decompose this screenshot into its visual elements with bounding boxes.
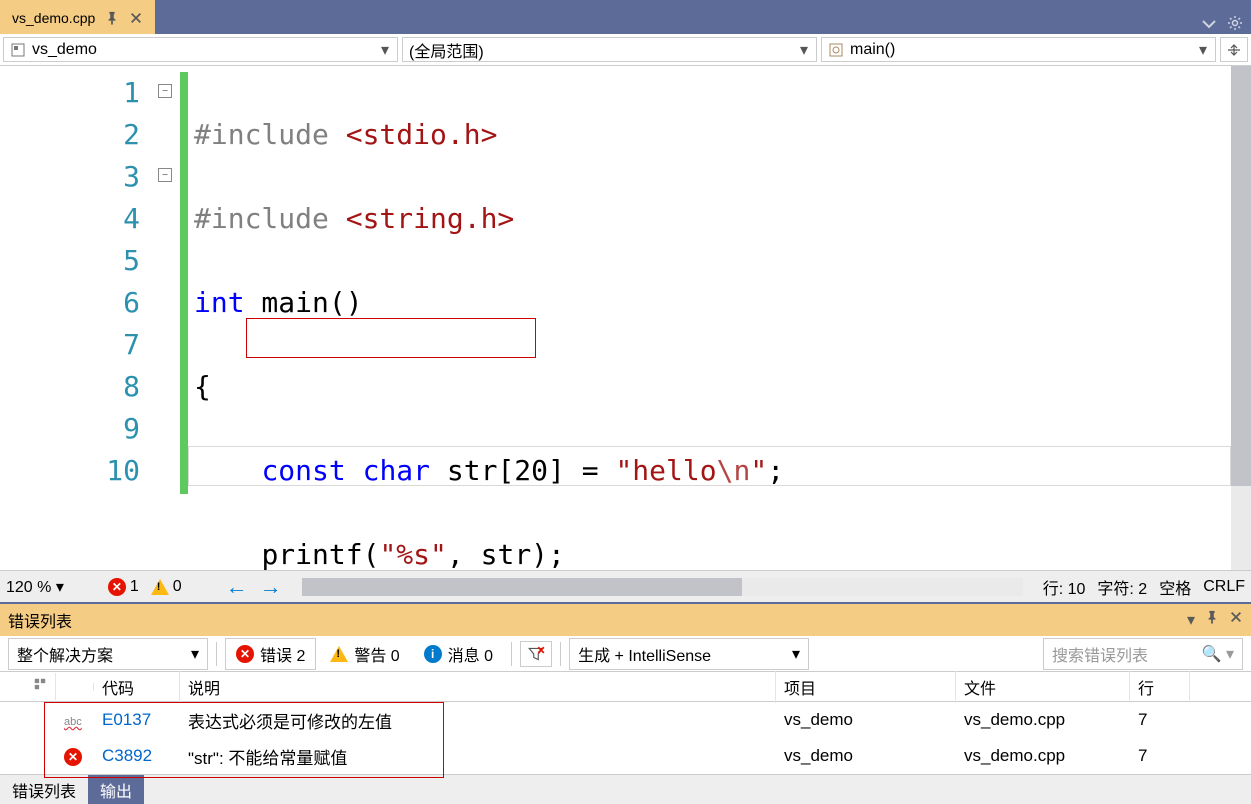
- filter-warnings-button[interactable]: 警告 0: [320, 639, 409, 669]
- col-desc[interactable]: 说明: [180, 671, 776, 703]
- col-project[interactable]: 项目: [776, 671, 956, 703]
- scope-namespace-dropdown[interactable]: (全局范围) ▾: [402, 37, 817, 62]
- build-intellisense-dropdown[interactable]: 生成 + IntelliSense▾: [569, 638, 809, 670]
- nav-back-icon[interactable]: ←: [226, 574, 248, 600]
- bottom-tabs: 错误列表 输出: [0, 774, 1251, 804]
- chevron-down-icon: ▾: [800, 40, 810, 60]
- document-tab[interactable]: vs_demo.cpp: [0, 0, 155, 34]
- scope-project-label: vs_demo: [32, 41, 97, 59]
- split-editor-button[interactable]: [1220, 37, 1248, 62]
- caret-line[interactable]: 行: 10: [1043, 575, 1086, 599]
- zoom-level[interactable]: 120 % ▾: [6, 577, 64, 597]
- error-table: 代码 说明 项目 文件 行 abc E0137 表达式必须是可修改的左值 vs_…: [0, 672, 1251, 774]
- filter-errors-button[interactable]: ✕错误 2: [225, 638, 316, 670]
- chevron-down-icon: ▾: [381, 40, 391, 60]
- panel-titlebar[interactable]: 错误列表 ▾: [0, 604, 1251, 636]
- scope-function-label: main(): [850, 41, 895, 59]
- chevron-down-icon: ▾: [1199, 40, 1209, 60]
- annotation-box: [246, 318, 536, 358]
- editor-statusbar: 120 % ▾ ✕ 1 0 ← → 行: 10 字符: 2 空格 CRLF: [0, 570, 1251, 602]
- close-icon[interactable]: [129, 11, 143, 25]
- current-line-highlight: [188, 446, 1231, 486]
- scope-function-dropdown[interactable]: main() ▾: [821, 37, 1216, 62]
- panel-title: 错误列表: [8, 608, 72, 632]
- line-gutter: 12345678910: [0, 66, 150, 570]
- horizontal-scrollbar[interactable]: [302, 578, 1023, 596]
- code-area[interactable]: #include <stdio.h> #include <string.h> i…: [188, 66, 1231, 570]
- change-indicator: [180, 72, 188, 494]
- error-count[interactable]: ✕ 1: [108, 578, 139, 596]
- fold-toggle[interactable]: −: [158, 168, 172, 182]
- eol-mode[interactable]: CRLF: [1203, 578, 1245, 596]
- solution-scope-dropdown[interactable]: 整个解决方案▾: [8, 638, 208, 670]
- scope-namespace-label: (全局范围): [409, 38, 484, 62]
- pin-icon[interactable]: [1205, 610, 1219, 630]
- tab-overflow-icon[interactable]: [1201, 15, 1217, 34]
- col-file[interactable]: 文件: [956, 671, 1130, 703]
- error-table-header[interactable]: 代码 说明 项目 文件 行: [0, 672, 1251, 702]
- search-icon: 🔍 ▾: [1202, 644, 1234, 664]
- nav-forward-icon[interactable]: →: [260, 574, 282, 600]
- tab-error-list[interactable]: 错误列表: [0, 775, 88, 804]
- error-search-input[interactable]: 搜索错误列表🔍 ▾: [1043, 638, 1243, 670]
- navigation-bar: vs_demo ▾ (全局范围) ▾ main() ▾: [0, 34, 1251, 66]
- chevron-down-icon: ▾: [792, 644, 800, 664]
- col-code[interactable]: 代码: [94, 671, 180, 703]
- chevron-down-icon: ▾: [191, 644, 199, 664]
- indent-mode[interactable]: 空格: [1159, 575, 1191, 599]
- scope-project-dropdown[interactable]: vs_demo ▾: [3, 37, 398, 62]
- tab-output[interactable]: 输出: [88, 775, 144, 804]
- col-group-icon[interactable]: [0, 673, 56, 700]
- clear-filter-button[interactable]: [520, 641, 552, 667]
- document-tabbar: vs_demo.cpp: [0, 0, 1251, 34]
- pin-icon[interactable]: [105, 11, 119, 25]
- error-list-toolbar: 整个解决方案▾ ✕错误 2 警告 0 i消息 0 生成 + IntelliSen…: [0, 636, 1251, 672]
- warning-count[interactable]: 0: [151, 578, 182, 596]
- gear-icon[interactable]: [1227, 15, 1243, 34]
- overview-ruler[interactable]: [1231, 66, 1251, 570]
- annotation-box: [44, 702, 444, 778]
- col-line[interactable]: 行: [1130, 671, 1190, 703]
- panel-menu-icon[interactable]: ▾: [1187, 610, 1195, 630]
- caret-col[interactable]: 字符: 2: [1097, 575, 1147, 599]
- document-tab-title: vs_demo.cpp: [12, 10, 95, 26]
- error-list-panel: 错误列表 ▾ 整个解决方案▾ ✕错误 2 警告 0 i消息 0 生成 + Int…: [0, 602, 1251, 774]
- fold-margin: − −: [150, 66, 180, 570]
- code-editor[interactable]: 12345678910 − − #include <stdio.h> #incl…: [0, 66, 1251, 570]
- fold-toggle[interactable]: −: [158, 84, 172, 98]
- filter-messages-button[interactable]: i消息 0: [414, 639, 503, 669]
- close-icon[interactable]: [1229, 610, 1243, 630]
